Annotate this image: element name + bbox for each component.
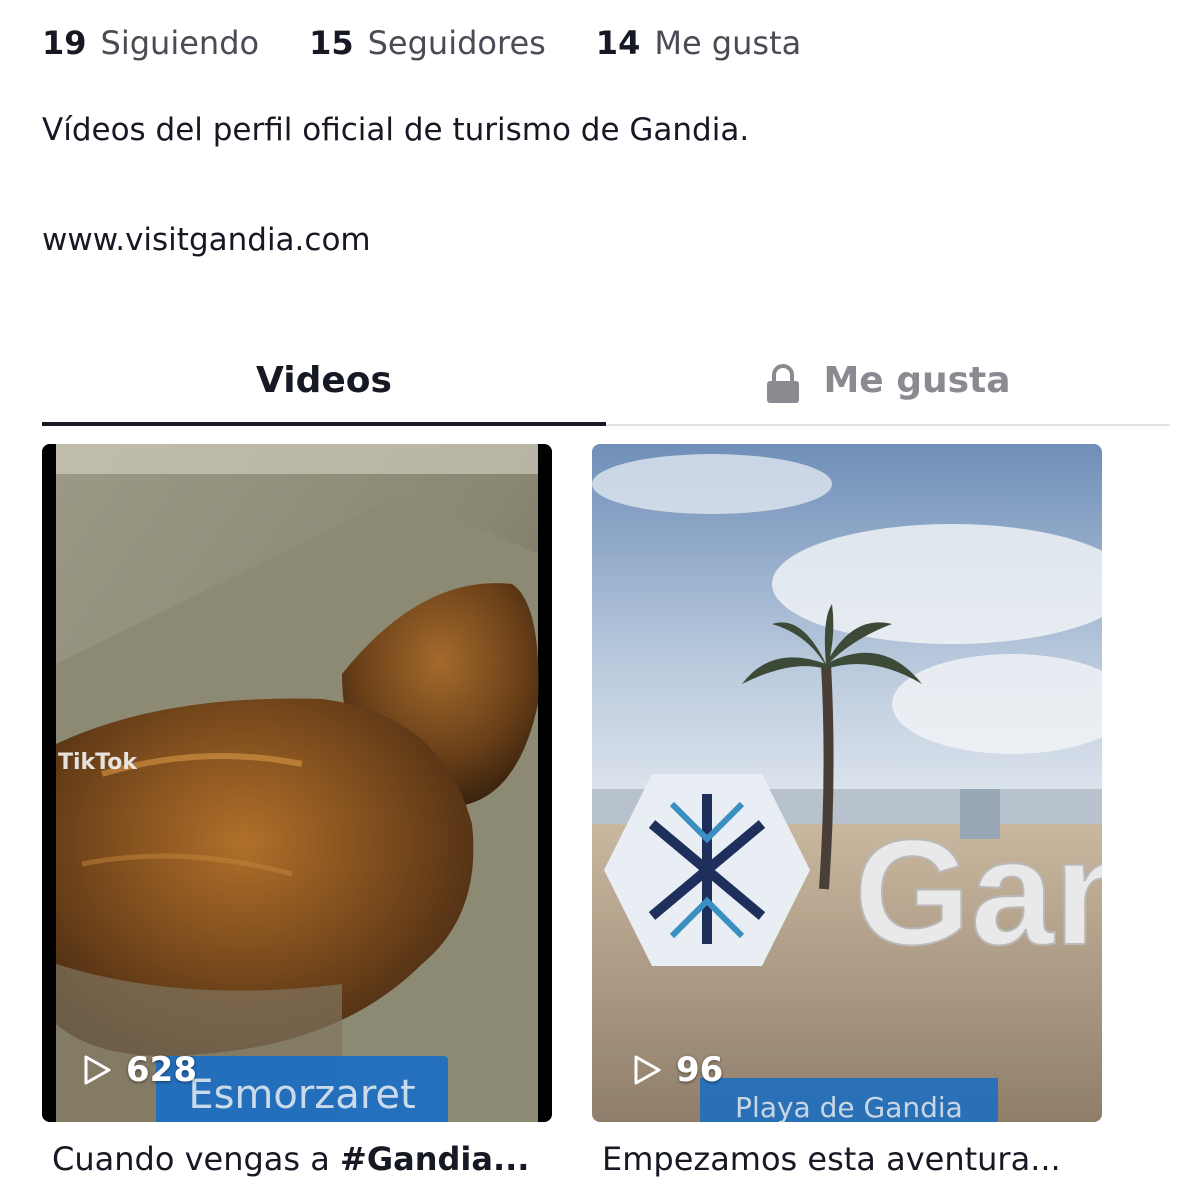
video-caption[interactable]: Empezamos esta aventura... — [602, 1140, 1061, 1178]
tab-liked[interactable]: Me gusta — [606, 340, 1170, 420]
followers-stat[interactable]: 15 Seguidores — [309, 24, 546, 62]
video-caption-text: Cuando vengas a — [52, 1140, 341, 1178]
profile-link[interactable]: www.visitgandia.com — [42, 222, 371, 258]
profile-tabs: Videos Me gusta — [42, 340, 1170, 426]
tab-videos-label: Videos — [256, 359, 392, 401]
video-thumbnail-beach: Gan — [592, 444, 1102, 1122]
svg-text:Gan: Gan — [854, 808, 1102, 976]
likes-stat: 14 Me gusta — [596, 24, 801, 62]
view-count-value: 628 — [126, 1050, 197, 1090]
play-icon — [634, 1055, 661, 1085]
likes-label: Me gusta — [654, 24, 802, 62]
video-card[interactable]: Gan Playa de Gandia 96 — [592, 444, 1102, 1122]
video-card[interactable]: TikTok Esmorzaret 628 — [42, 444, 552, 1122]
play-icon — [84, 1055, 111, 1085]
profile-stats: 19 Siguiendo 15 Seguidores 14 Me gusta — [42, 24, 851, 62]
following-stat[interactable]: 19 Siguiendo — [42, 24, 259, 62]
video-caption-hashtag[interactable]: #Gandia... — [340, 1140, 529, 1178]
view-count: 96 — [632, 1050, 723, 1090]
following-label: Siguiendo — [100, 24, 260, 62]
followers-count: 15 — [309, 24, 354, 62]
tab-liked-label: Me gusta — [823, 359, 1011, 401]
view-count-value: 96 — [676, 1050, 724, 1090]
lock-icon — [765, 364, 801, 404]
view-count: 628 — [82, 1050, 197, 1090]
tiktok-watermark: TikTok — [58, 750, 138, 775]
video-overlay-text: Playa de Gandia — [700, 1078, 998, 1122]
active-tab-indicator — [42, 422, 606, 426]
video-thumbnail-food — [42, 444, 552, 1122]
following-count: 19 — [42, 24, 87, 62]
video-overlay-text: Esmorzaret — [156, 1056, 448, 1122]
tab-videos[interactable]: Videos — [42, 340, 606, 420]
followers-label: Seguidores — [367, 24, 546, 62]
likes-count: 14 — [595, 24, 641, 62]
profile-bio: Vídeos del perfil oficial de turismo de … — [42, 112, 750, 148]
video-caption[interactable]: Cuando vengas a #Gandia... — [52, 1140, 529, 1178]
